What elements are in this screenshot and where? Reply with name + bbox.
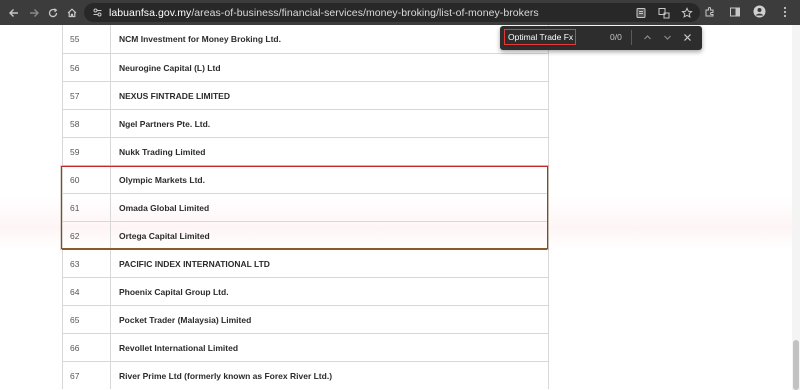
table-row: 63 PACIFIC INDEX INTERNATIONAL LTD (63, 249, 548, 277)
row-number: 57 (63, 82, 111, 109)
find-divider (631, 30, 632, 45)
row-number: 67 (63, 362, 111, 389)
table-row: 58 Ngel Partners Pte. Ltd. (63, 109, 548, 137)
side-panel-icon[interactable] (727, 4, 742, 19)
forward-icon[interactable] (25, 4, 43, 22)
broker-name: Olympic Markets Ltd. (119, 174, 205, 185)
broker-name: River Prime Ltd (formerly known as Forex… (119, 370, 333, 381)
url-text[interactable]: labuanfsa.gov.my/areas-of-business/finan… (109, 7, 539, 19)
table-row: 57 NEXUS FINTRADE LIMITED (63, 81, 548, 109)
row-number: 60 (63, 166, 111, 193)
scrollbar-thumb[interactable] (793, 340, 799, 390)
broker-name: Neurogine Capital (L) Ltd (119, 62, 221, 73)
page-action-icon[interactable] (633, 5, 648, 20)
row-number: 65 (63, 306, 111, 333)
row-number: 56 (63, 54, 111, 81)
row-number: 63 (63, 250, 111, 277)
find-next-icon[interactable] (660, 30, 674, 44)
browser-toolbar: labuanfsa.gov.my/areas-of-business/finan… (0, 0, 800, 25)
site-info-icon[interactable] (90, 6, 104, 20)
find-bar: Optimal Trade Fx 0/0 (500, 26, 702, 50)
find-previous-icon[interactable] (640, 30, 654, 44)
broker-name: Nukk Trading Limited (119, 146, 206, 157)
reload-icon[interactable] (44, 4, 62, 22)
broker-name: NEXUS FINTRADE LIMITED (119, 90, 230, 101)
url-path: /areas-of-business/financial-services/mo… (191, 6, 539, 19)
find-match-count: 0/0 (610, 32, 622, 42)
broker-name: NCM Investment for Money Broking Ltd. (119, 34, 281, 44)
broker-name: Phoenix Capital Group Ltd. (119, 286, 229, 297)
row-number: 61 (63, 194, 111, 221)
table-row: 66 Revollet International Limited (63, 333, 548, 361)
back-icon[interactable] (5, 4, 23, 22)
address-bar[interactable]: labuanfsa.gov.my/areas-of-business/finan… (84, 3, 700, 22)
find-close-icon[interactable] (680, 30, 694, 44)
money-brokers-table: 55 NCM Investment for Money Broking Ltd. 5… (62, 25, 549, 389)
bookmark-star-icon[interactable] (679, 5, 694, 20)
broker-name: Pocket Trader (Malaysia) Limited (119, 314, 252, 325)
broker-name: PACIFIC INDEX INTERNATIONAL LTD (119, 258, 270, 269)
table-row: 55 NCM Investment for Money Broking Ltd. (63, 25, 548, 53)
scrollbar-track[interactable] (792, 25, 800, 390)
broker-name: Omada Global Limited (119, 202, 210, 213)
home-icon[interactable] (63, 4, 81, 22)
row-number: 55 (63, 25, 111, 53)
profile-avatar-icon[interactable] (752, 4, 767, 19)
translate-icon[interactable] (656, 5, 671, 20)
table-row: 59 Nukk Trading Limited (63, 137, 548, 165)
broker-name: Ngel Partners Pte. Ltd. (119, 118, 211, 129)
table-row: 65 Pocket Trader (Malaysia) Limited (63, 305, 548, 333)
row-number: 58 (63, 110, 111, 137)
url-host: labuanfsa.gov.my (109, 6, 192, 19)
table-row: 61 Omada Global Limited (63, 193, 548, 221)
row-number: 59 (63, 138, 111, 165)
table-row: 62 Ortega Capital Limited (63, 221, 548, 249)
menu-kebab-icon[interactable] (777, 4, 792, 19)
row-number: 64 (63, 278, 111, 305)
table-row: 56 Neurogine Capital (L) Ltd (63, 53, 548, 81)
table-row: 64 Phoenix Capital Group Ltd. (63, 277, 548, 305)
row-number: 66 (63, 334, 111, 361)
find-input[interactable]: Optimal Trade Fx (504, 29, 576, 45)
table-row: 67 River Prime Ltd (formerly known as For… (63, 361, 548, 389)
extensions-icon[interactable] (702, 4, 717, 19)
broker-name: Revollet International Limited (119, 342, 239, 353)
table-row: 60 Olympic Markets Ltd. (63, 165, 548, 193)
broker-name: Ortega Capital Limited (119, 230, 210, 241)
row-number: 62 (63, 222, 111, 249)
